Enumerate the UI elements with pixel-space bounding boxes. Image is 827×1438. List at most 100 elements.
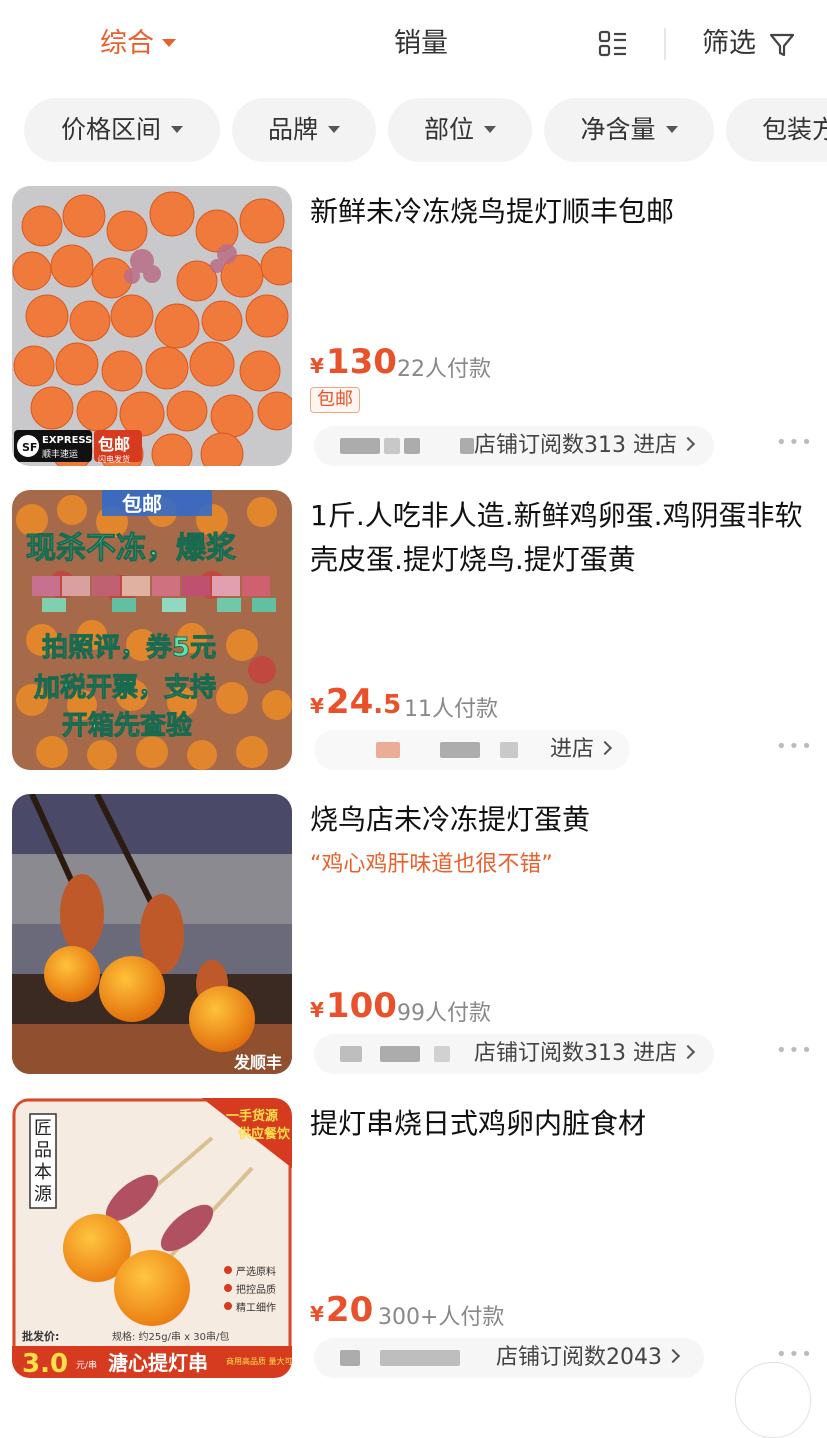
sort-sales-label: 销量 — [394, 28, 448, 59]
chip-part[interactable]: 部位 — [388, 98, 532, 162]
spec-text: 规格: 约25g/串 x 30串/包 — [112, 1330, 229, 1343]
feature-text: 把控品质 — [236, 1283, 276, 1296]
shop-link[interactable]: 进店 — [314, 730, 630, 770]
product-image[interactable]: 包邮 现杀不冻，爆浆 拍照评，券5元 加税开票，支持 开箱先查验 — [12, 490, 292, 770]
shop-info: 进店 — [550, 730, 613, 770]
sales-count: 22人付款 — [397, 357, 491, 382]
thumb-text: 加税开票，支持 — [34, 673, 216, 703]
chip-label: 品牌 — [267, 115, 318, 144]
shop-link[interactable]: 店铺订阅数2043 — [314, 1338, 704, 1378]
chip-label: 净含量 — [580, 115, 656, 144]
blurred-shop-name — [384, 438, 400, 454]
shop-text: 进店 — [550, 737, 595, 762]
brand-char: 匠 — [34, 1118, 52, 1139]
price-decimal: .5 — [373, 690, 402, 720]
chip-price-range[interactable]: 价格区间 — [24, 98, 220, 162]
blurred-shop-name — [380, 1350, 460, 1366]
free-shipping-badge: 包邮 — [310, 387, 360, 413]
filter-button[interactable]: 筛选 — [702, 24, 756, 64]
review-quote: “鸡心鸡肝味道也很不错” — [310, 852, 553, 877]
product-card[interactable]: 包邮 现杀不冻，爆浆 拍照评，券5元 加税开票，支持 开箱先查验 1斤.人吃非人… — [0, 490, 827, 780]
price-integer: 24 — [325, 682, 374, 722]
sort-comprehensive[interactable]: 综合 — [100, 24, 176, 64]
blurred-shop-name — [376, 742, 400, 758]
chevron-down-icon — [162, 38, 176, 47]
mail-label: 包邮 — [98, 435, 130, 454]
product-card[interactable]: 发顺丰 烧鸟店未冷冻提灯蛋黄 “鸡心鸡肝味道也很不错” ¥100 99人付款 店… — [0, 794, 827, 1084]
blurred-shop-name — [460, 438, 474, 454]
shop-text: 店铺订阅数2043 — [496, 1345, 662, 1370]
blurred-shop-name — [500, 742, 518, 758]
thumb-text: 开箱先查验 — [62, 710, 192, 741]
blurred-shop-name — [340, 1350, 360, 1366]
blurred-shop-name — [340, 438, 380, 454]
product-image[interactable]: 匠 品 本 源 一手货源 供应餐饮 严选原料 把控品质 精工细作 批发价: 规格… — [12, 1098, 292, 1378]
price-integer: 100 — [325, 986, 397, 1026]
thumb-text: 包邮 — [122, 492, 162, 516]
divider — [664, 28, 666, 60]
shop-text: 店铺订阅数313 进店 — [474, 1041, 677, 1066]
feature-text: 精工细作 — [236, 1301, 276, 1314]
sort-bar: 综合 销量 筛选 — [0, 0, 827, 88]
svg-text:SF: SF — [22, 441, 37, 454]
floating-edit-button[interactable] — [735, 1362, 811, 1438]
chevron-right-icon — [597, 740, 613, 756]
blurred-shop-name — [340, 1046, 362, 1062]
shop-text: 店铺订阅数313 进店 — [474, 433, 677, 458]
product-image[interactable]: SF EXPRESS 顺丰速运 包邮 闪电发货 — [12, 186, 292, 466]
sort-sales[interactable]: 销量 — [394, 24, 448, 64]
chip-label: 部位 — [423, 115, 474, 144]
shop-link[interactable]: 店铺订阅数313 进店 — [314, 1034, 714, 1074]
brand-char: 品 — [34, 1140, 52, 1161]
sales-count: 300+人付款 — [378, 1305, 505, 1330]
flash-label: 闪电发货 — [98, 454, 130, 464]
product-title[interactable]: 烧鸟店未冷冻提灯蛋黄 — [310, 798, 810, 842]
chip-net-weight[interactable]: 净含量 — [544, 98, 714, 162]
chip-brand[interactable]: 品牌 — [232, 98, 376, 162]
ribbon-text: 一手货源 — [226, 1108, 278, 1124]
brand-char: 本 — [34, 1162, 52, 1183]
sales-count: 99人付款 — [397, 1001, 491, 1026]
list-layout-icon[interactable] — [598, 30, 628, 58]
shop-info: 店铺订阅数313 进店 — [474, 426, 696, 466]
product-card[interactable]: 匠 品 本 源 一手货源 供应餐饮 严选原料 把控品质 精工细作 批发价: 规格… — [0, 1098, 827, 1388]
chevron-down-icon — [171, 125, 183, 133]
product-price: ¥130 — [310, 342, 397, 382]
product-title[interactable]: 新鲜未冷冻烧鸟提灯顺丰包邮 — [310, 190, 810, 234]
product-title[interactable]: 1斤.人吃非人造.新鲜鸡卵蛋.鸡阴蛋非软壳皮蛋.提灯烧鸟.提灯蛋黄 — [310, 494, 810, 582]
currency-symbol: ¥ — [310, 354, 324, 378]
currency-symbol: ¥ — [310, 694, 324, 718]
chevron-down-icon — [665, 125, 678, 133]
product-title[interactable]: 提灯串烧日式鸡卵内脏食材 — [310, 1102, 810, 1146]
currency-symbol: ¥ — [310, 998, 324, 1022]
thumb-text: 现杀不冻，爆浆 — [26, 531, 236, 566]
product-price: ¥24.5 — [310, 682, 401, 722]
chevron-right-icon — [680, 436, 696, 452]
chevron-right-icon — [665, 1348, 681, 1364]
commercial-text: 商用高品质 量大可定制 — [226, 1356, 292, 1366]
shop-info: 店铺订阅数313 进店 — [474, 1034, 696, 1074]
product-image[interactable]: 发顺丰 — [12, 794, 292, 1074]
product-price: ¥100 — [310, 986, 397, 1026]
blurred-shop-name — [404, 438, 420, 454]
sales-count: 11人付款 — [404, 697, 498, 722]
ribbon-text: 供应餐饮 — [237, 1126, 291, 1142]
product-card[interactable]: SF EXPRESS 顺丰速运 包邮 闪电发货 新鲜未冷冻烧鸟提灯顺丰包邮 ¥1… — [0, 186, 827, 476]
filter-label: 筛选 — [702, 28, 756, 59]
sf-label: 顺丰速运 — [42, 448, 78, 460]
sort-comprehensive-label: 综合 — [100, 28, 154, 59]
chip-packaging[interactable]: 包装方 — [726, 98, 827, 162]
chevron-down-icon — [328, 125, 340, 133]
thumb-text: 拍照评，券5元 — [42, 633, 216, 663]
product-price: ¥20 — [310, 1290, 373, 1330]
more-dots-icon[interactable]: ••• — [776, 1040, 814, 1061]
more-dots-icon[interactable]: ••• — [776, 432, 814, 453]
blurred-shop-name — [440, 742, 480, 758]
wholesale-price: 3.0 — [22, 1349, 68, 1378]
wholesale-unit: 元/串 — [76, 1360, 97, 1371]
chevron-right-icon — [680, 1044, 696, 1060]
more-dots-icon[interactable]: ••• — [776, 736, 814, 757]
feature-text: 严选原料 — [236, 1265, 276, 1278]
shop-link[interactable]: 店铺订阅数313 进店 — [314, 426, 714, 466]
filter-funnel-icon[interactable] — [768, 31, 796, 59]
